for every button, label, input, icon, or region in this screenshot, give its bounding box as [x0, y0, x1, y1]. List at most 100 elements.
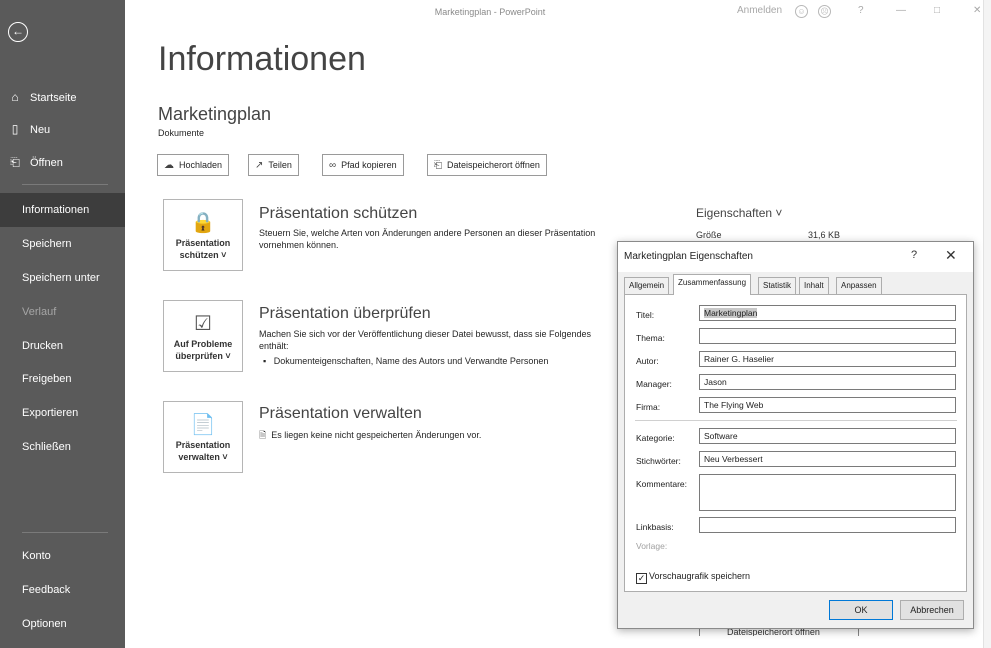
open-file-location-button[interactable]: ⎗ Dateispeicherort öffnen	[427, 154, 547, 176]
sidebar-item-oeffnen[interactable]: ⎗ Öffnen	[0, 145, 125, 179]
save-preview-label: Vorschaugrafik speichern	[649, 571, 751, 581]
document-status-icon: 🗎	[259, 430, 272, 440]
inspect-bullet-item: ▪ Dokumenteigenschaften, Name des Autors…	[263, 356, 548, 366]
keywords-field[interactable]: Neu Verbessert	[699, 451, 956, 467]
tile-label-line1: Präsentation	[175, 440, 231, 450]
folder-icon: ⎗	[434, 160, 442, 171]
tab-anpassen[interactable]: Anpassen	[836, 277, 882, 294]
keywords-field-label: Stichwörter:	[636, 456, 681, 466]
sidebar-item-freigeben[interactable]: Freigeben	[0, 362, 125, 396]
button-label: Hochladen	[179, 160, 223, 170]
manager-field[interactable]: Jason	[699, 374, 956, 390]
dialog-close-icon[interactable]: ✕	[945, 247, 957, 264]
manage-document-icon: 📄	[190, 414, 216, 436]
category-field-label: Kategorie:	[636, 433, 675, 443]
cloud-upload-icon: ☁	[164, 160, 174, 171]
button-label: Pfad kopieren	[341, 160, 397, 170]
help-icon[interactable]: ?	[858, 5, 864, 16]
backstage-sidebar: ← ⌂ Startseite ▯ Neu ⎗ Öffnen Informationen…	[0, 0, 125, 648]
summary-tab-panel: Titel: Marketingplan Thema: Autor: Raine…	[624, 294, 967, 592]
protect-description-line2: vornehmen können.	[259, 240, 339, 250]
author-field-label: Autor:	[636, 356, 659, 366]
sidebar-divider	[22, 532, 108, 533]
share-button[interactable]: ↗ Teilen	[248, 154, 299, 176]
sidebar-item-drucken[interactable]: Drucken	[0, 329, 125, 363]
company-field[interactable]: The Flying Web	[699, 397, 956, 413]
title-field-value: Marketingplan	[704, 308, 758, 318]
title-field[interactable]: Marketingplan	[699, 305, 956, 321]
lock-icon: 🔒	[190, 212, 216, 234]
folder-open-icon: ⎗	[10, 155, 20, 169]
sidebar-item-konto[interactable]: Konto	[0, 539, 125, 573]
sidebar-item-optionen[interactable]: Optionen	[0, 607, 125, 641]
category-field[interactable]: Software	[699, 428, 956, 444]
tile-label-line1: Präsentation	[175, 238, 231, 248]
protect-description-line1: Steuern Sie, welche Arten von Änderungen…	[259, 228, 596, 238]
manage-description: 🗎 Es liegen keine nicht gespeicherten Än…	[259, 430, 481, 441]
comments-field[interactable]	[699, 474, 956, 511]
tile-label-line2: verwalten ˅	[178, 452, 228, 462]
window-titlebar: Marketingplan - PowerPoint Anmelden ☺ ☹ …	[125, 0, 991, 26]
sidebar-item-verlauf: Verlauf	[22, 306, 57, 318]
save-preview-checkbox[interactable]: ✓ Vorschaugrafik speichern	[636, 571, 750, 584]
subject-field[interactable]	[699, 328, 956, 344]
manage-description-text: Es liegen keine nicht gespeicherten Ände…	[271, 430, 482, 440]
field-separator	[635, 420, 957, 421]
inspect-description-line2: enthält:	[259, 341, 289, 351]
document-name: Marketingplan	[158, 104, 272, 124]
tab-inhalt[interactable]: Inhalt	[799, 277, 829, 294]
sidebar-item-label: Öffnen	[30, 157, 63, 169]
share-icon: ↗	[255, 160, 264, 171]
sidebar-item-informationen[interactable]: Informationen	[0, 193, 125, 227]
properties-heading[interactable]: Eigenschaften ˅	[696, 206, 782, 220]
sidebar-item-speichern-unter[interactable]: Speichern unter	[0, 261, 125, 295]
manager-field-label: Manager:	[636, 379, 672, 389]
sidebar-item-speichern[interactable]: Speichern	[0, 227, 125, 261]
protect-section-title: Präsentation schützen	[259, 205, 418, 222]
document-location: Dokumente	[158, 128, 205, 138]
check-issues-button[interactable]: ☑ Auf Probleme überprüfen ˅	[163, 300, 243, 372]
frown-feedback-icon[interactable]: ☹	[818, 5, 831, 18]
size-value: 31,6 KB	[808, 230, 841, 240]
vertical-scrollbar[interactable]	[983, 0, 991, 648]
sidebar-item-feedback[interactable]: Feedback	[0, 573, 125, 607]
dialog-titlebar[interactable]: Marketingplan Eigenschaften ? ✕	[618, 242, 973, 272]
sidebar-divider	[22, 184, 108, 185]
manage-presentation-button[interactable]: 📄 Präsentation verwalten ˅	[163, 401, 243, 473]
tab-allgemein[interactable]: Allgemein	[624, 277, 670, 294]
sidebar-item-label: Startseite	[30, 92, 77, 104]
manage-section-title: Präsentation verwalten	[259, 405, 422, 422]
size-label: Größe	[696, 230, 722, 240]
upload-button[interactable]: ☁ Hochladen	[157, 154, 230, 176]
sidebar-item-neu[interactable]: ▯ Neu	[0, 112, 125, 146]
hyperlink-base-field-label: Linkbasis:	[636, 522, 674, 532]
back-arrow-icon[interactable]: ←	[8, 22, 28, 42]
hyperlink-base-field[interactable]	[699, 517, 956, 533]
page-title: Informationen	[158, 40, 366, 78]
signin-link[interactable]: Anmelden	[737, 5, 782, 16]
smile-feedback-icon[interactable]: ☺	[795, 5, 808, 18]
dialog-help-icon[interactable]: ?	[911, 249, 917, 261]
sidebar-item-startseite[interactable]: ⌂ Startseite	[0, 80, 125, 114]
company-field-label: Firma:	[636, 402, 661, 412]
sidebar-item-schliessen[interactable]: Schließen	[0, 430, 125, 464]
title-field-label: Titel:	[636, 310, 655, 320]
template-field-label: Vorlage:	[636, 541, 668, 551]
home-icon: ⌂	[11, 90, 19, 104]
protect-presentation-button[interactable]: 🔒 Präsentation schützen ˅	[163, 199, 243, 271]
minimize-icon[interactable]: —	[896, 5, 906, 16]
link-icon: ∞	[329, 160, 337, 171]
dialog-title: Marketingplan Eigenschaften	[624, 251, 753, 262]
button-label: Teilen	[268, 160, 292, 170]
copy-path-button[interactable]: ∞ Pfad kopieren	[322, 154, 404, 176]
tab-zusammenfassung[interactable]: Zusammenfassung	[673, 274, 752, 295]
inspect-description-line1: Machen Sie sich vor der Veröffentlichung…	[259, 329, 592, 339]
tab-statistik[interactable]: Statistik	[758, 277, 797, 294]
maximize-icon[interactable]: □	[934, 5, 940, 16]
sidebar-item-label: Neu	[30, 124, 51, 136]
ok-button[interactable]: OK	[829, 600, 893, 620]
sidebar-item-exportieren[interactable]: Exportieren	[0, 396, 125, 430]
author-field[interactable]: Rainer G. Haselier	[699, 351, 956, 367]
close-window-icon[interactable]: ✕	[973, 5, 981, 16]
cancel-button[interactable]: Abbrechen	[900, 600, 964, 620]
